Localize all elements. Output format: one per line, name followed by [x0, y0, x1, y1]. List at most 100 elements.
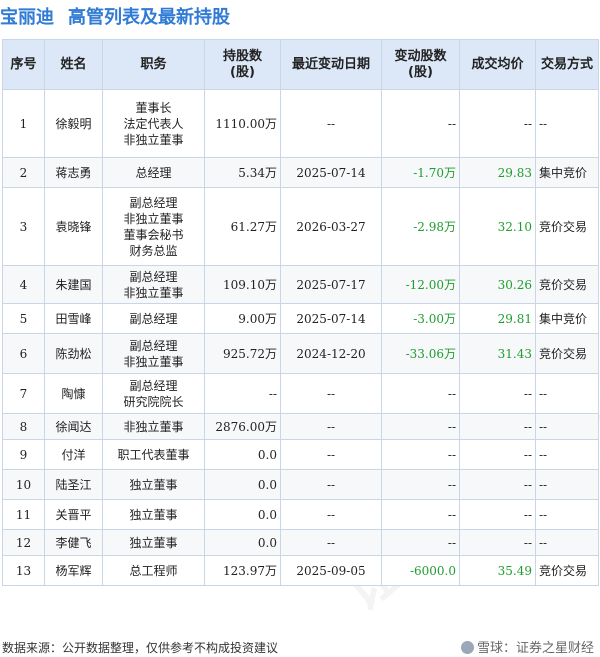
- table-row: 6 陈劲松 副总经理 非独立董事 925.72万 2024-12-20 -33.06万 31.…: [2, 333, 599, 374]
- shares-held: 925.72万: [204, 333, 281, 374]
- row-number: 6: [2, 333, 45, 374]
- table-row: 10 陆圣江 独立董事 0.0 -- -- -- --: [2, 469, 599, 500]
- row-number: 12: [2, 529, 45, 556]
- column-header: 职务: [102, 39, 205, 90]
- last-change-date: 2024-12-20: [280, 333, 382, 374]
- shares-changed: -2.98万: [381, 187, 460, 266]
- position-title: 独立董事: [129, 477, 178, 492]
- average-price: 29.81: [459, 303, 536, 334]
- executive-positions: 非独立董事: [102, 413, 205, 440]
- shares-held: 0.0: [204, 469, 281, 500]
- executive-positions: 独立董事: [102, 529, 205, 556]
- executive-name: 朱建国: [44, 265, 103, 304]
- title-bar: 宝丽迪 高管列表及最新持股: [0, 0, 600, 32]
- average-price: --: [459, 89, 536, 158]
- trade-method: 竞价交易: [535, 555, 599, 586]
- position-title: 法定代表人: [123, 116, 184, 131]
- column-header: 姓名: [44, 39, 103, 90]
- executive-name: 徐毅明: [44, 89, 103, 158]
- shares-changed: --: [381, 529, 460, 556]
- row-number: 5: [2, 303, 45, 334]
- snowball-logo-icon: [460, 641, 474, 654]
- trade-method: 竞价交易: [535, 187, 599, 266]
- shares-changed: --: [381, 89, 460, 158]
- executive-positions: 副总经理: [102, 303, 205, 334]
- executive-name: 杨军辉: [44, 555, 103, 586]
- average-price: --: [459, 529, 536, 556]
- last-change-date: 2026-03-27: [280, 187, 382, 266]
- position-title: 副总经理: [129, 378, 178, 393]
- brand-credit[interactable]: 雪球：证券之星财经: [460, 637, 594, 656]
- average-price: 32.10: [459, 187, 536, 266]
- shares-changed: --: [381, 373, 460, 414]
- position-title: 非独立董事: [123, 285, 184, 300]
- row-number: 11: [2, 499, 45, 530]
- executive-name: 陆圣江: [44, 469, 103, 500]
- row-number: 2: [2, 157, 45, 188]
- shares-held: 0.0: [204, 529, 281, 556]
- column-header: 成交均价: [459, 39, 536, 90]
- executive-name: 田雪峰: [44, 303, 103, 334]
- executive-name: 陈劲松: [44, 333, 103, 374]
- table-body: 1 徐毅明 董事长 法定代表人 非独立董事 1110.00万 -- -- -- -- 2 蒋志勇 总经理…: [2, 89, 599, 586]
- position-title: 董事长: [135, 100, 172, 115]
- last-change-date: --: [280, 89, 382, 158]
- executive-positions: 总经理: [102, 157, 205, 188]
- position-title: 非独立董事: [123, 211, 184, 226]
- position-title: 非独立董事: [123, 419, 184, 434]
- shares-held: 0.0: [204, 439, 281, 470]
- column-header: 持股数 (股): [204, 39, 281, 90]
- trade-method: 竞价交易: [535, 265, 599, 304]
- executive-positions: 总工程师: [102, 555, 205, 586]
- position-title: 非独立董事: [123, 354, 184, 369]
- shares-changed: -3.00万: [381, 303, 460, 334]
- position-title: 独立董事: [129, 507, 178, 522]
- row-number: 4: [2, 265, 45, 304]
- last-change-date: 2025-07-17: [280, 265, 382, 304]
- shares-held: 0.0: [204, 499, 281, 530]
- executive-name: 李健飞: [44, 529, 103, 556]
- trade-method: 集中竞价: [535, 303, 599, 334]
- table-row: 3 袁晓锋 副总经理 非独立董事 董事会秘书 财务总监 61.27万 2026-03-27 -2…: [2, 187, 599, 266]
- average-price: 30.26: [459, 265, 536, 304]
- position-title: 总工程师: [129, 563, 178, 578]
- shares-held: --: [204, 373, 281, 414]
- average-price: 29.83: [459, 157, 536, 188]
- position-title: 职工代表董事: [117, 447, 190, 462]
- table-row: 9 付洋 职工代表董事 0.0 -- -- -- --: [2, 439, 599, 470]
- average-price: --: [459, 499, 536, 530]
- position-title: 副总经理: [129, 269, 178, 284]
- shares-held: 9.00万: [204, 303, 281, 334]
- position-title: 财务总监: [129, 243, 178, 258]
- table-row: 5 田雪峰 副总经理 9.00万 2025-07-14 -3.00万 29.81 集中竞价: [2, 303, 599, 334]
- last-change-date: --: [280, 529, 382, 556]
- brand-label: 雪球：证券之星财经: [476, 641, 594, 656]
- company-name[interactable]: 宝丽迪: [0, 3, 54, 29]
- average-price: --: [459, 413, 536, 440]
- trade-method: --: [535, 89, 599, 158]
- position-title: 副总经理: [129, 311, 178, 326]
- trade-method: --: [535, 469, 599, 500]
- last-change-date: --: [280, 439, 382, 470]
- executive-positions: 独立董事: [102, 469, 205, 500]
- data-source-note: 数据来源：公开数据整理，仅供参考不构成投资建议: [2, 641, 279, 655]
- column-header: 最近变动日期: [280, 39, 382, 90]
- table-row: 12 李健飞 独立董事 0.0 -- -- -- --: [2, 529, 599, 556]
- executive-name: 付洋: [44, 439, 103, 470]
- executive-name: 蒋志勇: [44, 157, 103, 188]
- position-title: 副总经理: [129, 195, 178, 210]
- average-price: --: [459, 439, 536, 470]
- trade-method: 竞价交易: [535, 333, 599, 374]
- shares-held: 109.10万: [204, 265, 281, 304]
- shares-changed: -33.06万: [381, 333, 460, 374]
- last-change-date: 2025-07-14: [280, 303, 382, 334]
- trade-method: --: [535, 439, 599, 470]
- shares-held: 1110.00万: [204, 89, 281, 158]
- footer: 数据来源：公开数据整理，仅供参考不构成投资建议 雪球：证券之星财经: [0, 636, 600, 657]
- column-header: 变动股数 (股): [381, 39, 460, 90]
- column-header: 序号: [2, 39, 45, 90]
- trade-method: --: [535, 373, 599, 414]
- executive-name: 徐闻达: [44, 413, 103, 440]
- position-title: 董事会秘书: [123, 227, 184, 242]
- executive-positions: 副总经理 非独立董事: [102, 265, 205, 304]
